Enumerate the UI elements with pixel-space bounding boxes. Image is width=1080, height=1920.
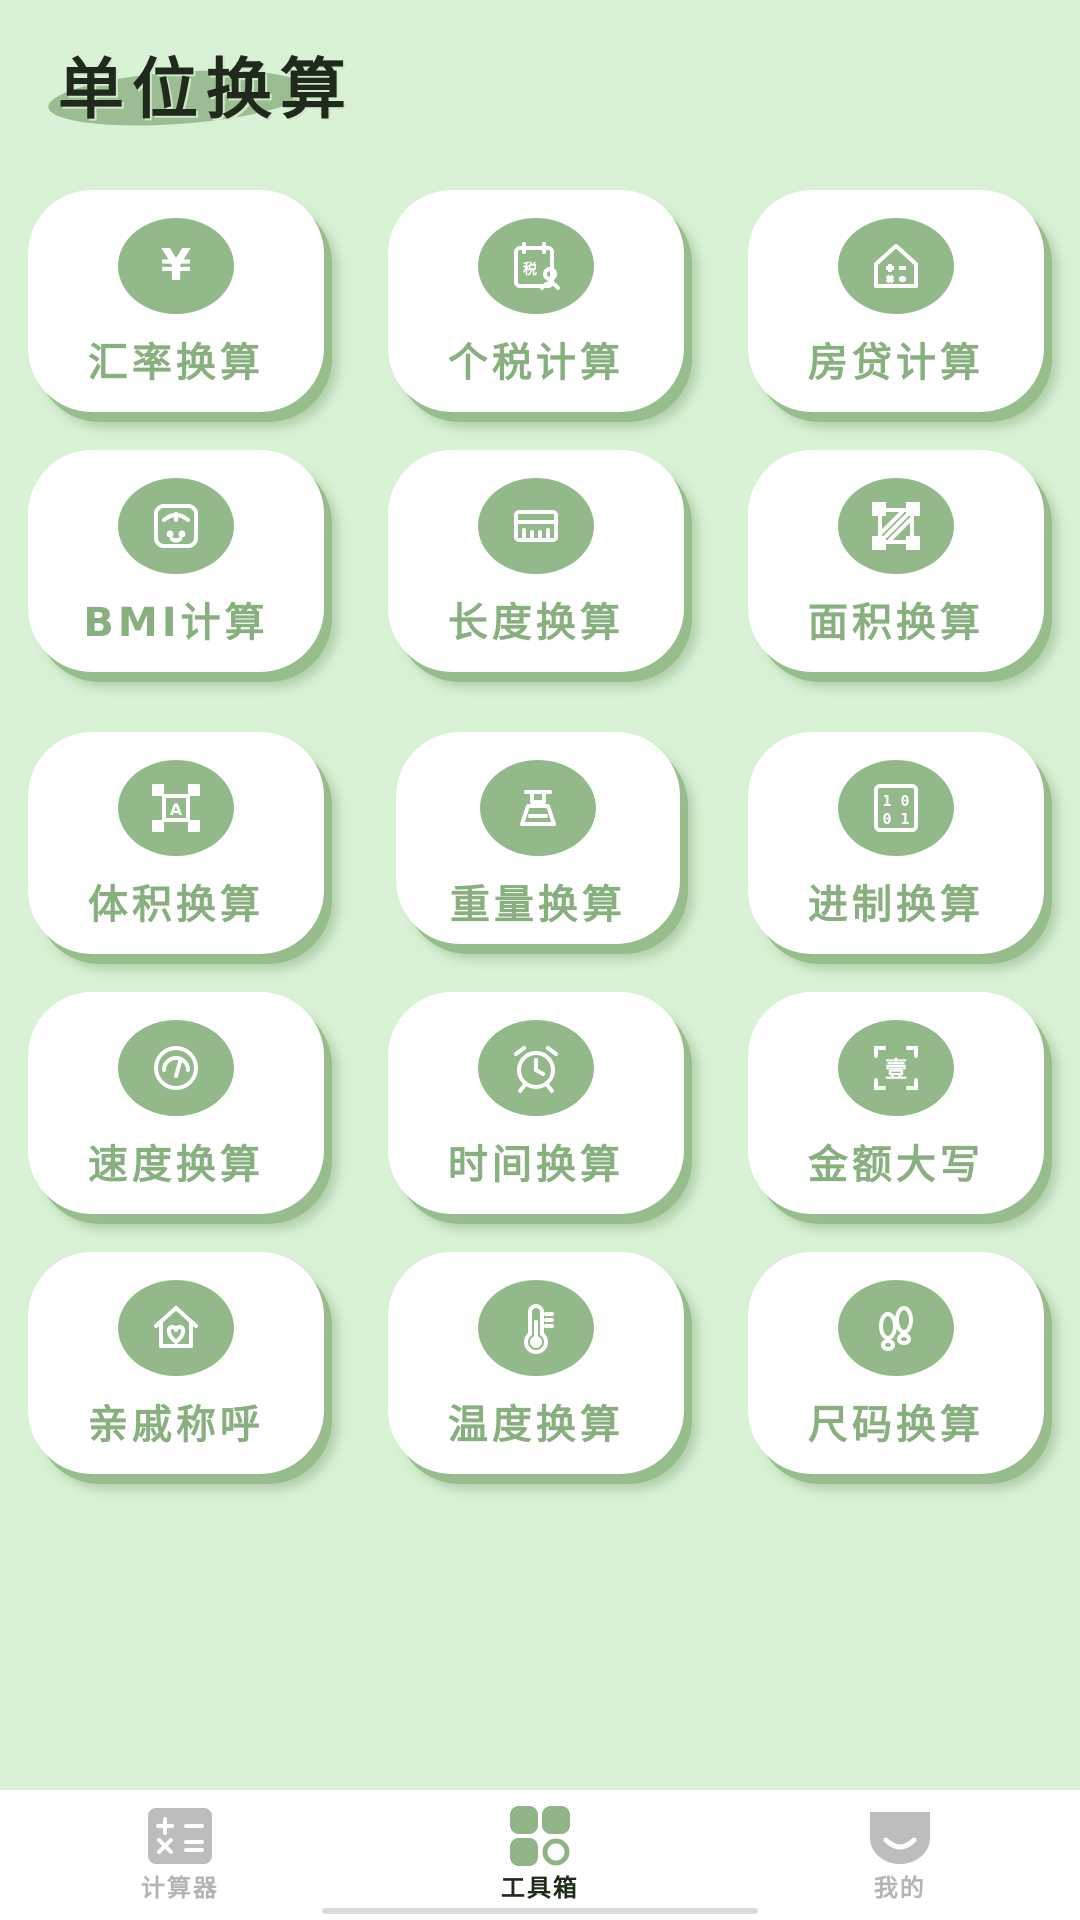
scale-icon bbox=[118, 478, 234, 574]
tool-length[interactable]: 长度换算 bbox=[388, 450, 684, 672]
calculator-icon bbox=[148, 1808, 212, 1864]
tool-label: 金额大写 bbox=[808, 1142, 984, 1188]
binary-icon: 1 0 0 1 bbox=[838, 760, 954, 856]
footprint-icon bbox=[838, 1280, 954, 1376]
tool-label: 温度换算 bbox=[448, 1402, 624, 1448]
tool-label: 进制换算 bbox=[808, 882, 984, 928]
tool-number-base[interactable]: 1 0 0 1 进制换算 bbox=[748, 732, 1044, 954]
tax-icon: 税 bbox=[478, 218, 594, 314]
tab-toolbox[interactable]: 工具箱 bbox=[440, 1806, 640, 1916]
capital-amount-icon: 壹 bbox=[838, 1020, 954, 1116]
tool-label: 个税计算 bbox=[448, 340, 624, 386]
ruler-icon bbox=[478, 478, 594, 574]
tab-label-toolbox: 工具箱 bbox=[501, 1874, 579, 1902]
tool-time[interactable]: 时间换算 bbox=[388, 992, 684, 1214]
tool-size[interactable]: 尺码换算 bbox=[748, 1252, 1044, 1474]
tool-label: BMI计算 bbox=[83, 600, 269, 646]
tool-label: 重量换算 bbox=[450, 882, 626, 928]
thermometer-icon bbox=[478, 1280, 594, 1376]
tool-income-tax[interactable]: 税 个税计算 bbox=[388, 190, 684, 412]
svg-text:¥: ¥ bbox=[161, 240, 192, 291]
weight-icon bbox=[480, 760, 596, 856]
tool-label: 时间换算 bbox=[448, 1142, 624, 1188]
family-house-icon bbox=[118, 1280, 234, 1376]
tab-label-mine: 我的 bbox=[874, 1874, 926, 1902]
tool-label: 亲戚称呼 bbox=[88, 1402, 264, 1448]
svg-text:税: 税 bbox=[523, 261, 537, 278]
tool-temperature[interactable]: 温度换算 bbox=[388, 1252, 684, 1474]
tool-label: 长度换算 bbox=[448, 600, 624, 646]
tool-relatives[interactable]: 亲戚称呼 bbox=[28, 1252, 324, 1474]
bottom-tab-bar: 计算器 工具箱 我的 bbox=[0, 1790, 1080, 1920]
svg-text:壹: 壹 bbox=[885, 1058, 907, 1083]
tool-mortgage[interactable]: 房贷计算 bbox=[748, 190, 1044, 412]
tab-label-calculator: 计算器 bbox=[141, 1874, 219, 1902]
area-icon bbox=[838, 478, 954, 574]
tool-capital-amount[interactable]: 壹 金额大写 bbox=[748, 992, 1044, 1214]
svg-text:1 0: 1 0 bbox=[882, 792, 909, 810]
toolbox-page: 单位换算 ¥ 汇率换算 税 个税计算 房贷计算 BMI计算 长度换算 面积换算 … bbox=[0, 0, 1080, 1920]
profile-icon bbox=[870, 1812, 930, 1864]
speedometer-icon bbox=[118, 1020, 234, 1116]
tool-weight[interactable]: 重量换算 bbox=[396, 732, 680, 944]
tool-speed[interactable]: 速度换算 bbox=[28, 992, 324, 1214]
tool-label: 体积换算 bbox=[88, 882, 264, 928]
tool-bmi[interactable]: BMI计算 bbox=[28, 450, 324, 672]
tool-area[interactable]: 面积换算 bbox=[748, 450, 1044, 672]
tab-calculator[interactable]: 计算器 bbox=[80, 1806, 280, 1916]
tool-label: 汇率换算 bbox=[88, 340, 264, 386]
tool-label: 房贷计算 bbox=[808, 340, 984, 386]
tab-mine[interactable]: 我的 bbox=[800, 1806, 1000, 1916]
svg-text:0 1: 0 1 bbox=[882, 810, 909, 828]
tool-label: 尺码换算 bbox=[808, 1402, 984, 1448]
tool-label: 面积换算 bbox=[808, 600, 984, 646]
tool-volume[interactable]: A 体积换算 bbox=[28, 732, 324, 954]
alarm-clock-icon bbox=[478, 1020, 594, 1116]
house-calculator-icon bbox=[838, 218, 954, 314]
grid-apps-icon bbox=[510, 1806, 570, 1866]
yen-icon: ¥ bbox=[118, 218, 234, 314]
tool-exchange-rate[interactable]: ¥ 汇率换算 bbox=[28, 190, 324, 412]
header: 单位换算 bbox=[46, 30, 388, 134]
tool-label: 速度换算 bbox=[88, 1142, 264, 1188]
volume-icon: A bbox=[118, 760, 234, 856]
home-indicator[interactable] bbox=[322, 1908, 758, 1914]
page-title: 单位换算 bbox=[58, 50, 354, 128]
svg-text:A: A bbox=[170, 800, 183, 819]
